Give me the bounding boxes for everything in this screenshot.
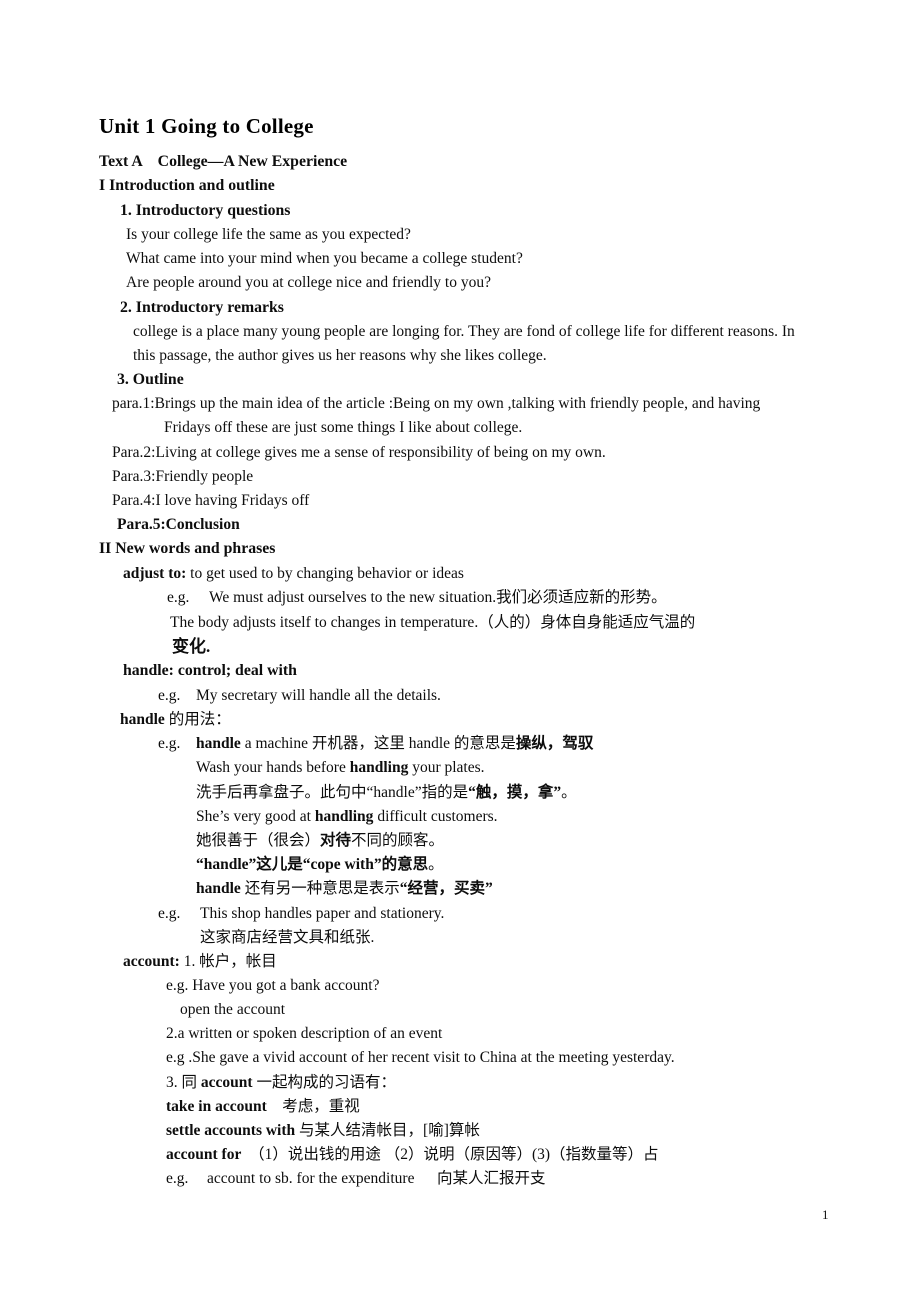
entry-account-term: account: [123,953,180,970]
handle-customers-cn-line: 她很善于（很会）对待不同的顾客。 [196,831,444,851]
handle-machine-bold-2: 操纵，驾驭 [515,735,594,752]
outline-para-1b: Fridays off these are just some things I… [164,419,523,436]
handle-wash-bold: handling [349,759,409,776]
idiom-settle-accounts-with: settle accounts with 与某人结清帐目，[喻]算帐 [166,1121,480,1141]
handle-customers-regular-2: difficult customers. [373,808,498,825]
handle-cope-bold: “handle”这儿是“cope with”的意思 [196,856,429,873]
entry-adjust-to-term: adjust to: [123,565,187,582]
adjust-eg-3-text: 变化. [172,637,211,656]
handle-eg-2-label: e.g. [158,735,181,752]
adjust-eg-2-text: The body adjusts itself to changes in te… [170,614,696,631]
entry-handle-usage-term: handle [120,711,165,728]
handle-wash-cn-bold: “触，摸，拿” [468,784,562,801]
heading-sub-1: 1. Introductory questions [120,202,291,219]
shop-eg-label: e.g. [158,905,181,922]
handle-eg-1-label: e.g. [158,687,181,704]
idiom-eg-text: account to sb. for the expenditure [207,1170,415,1187]
handle-machine-regular: a machine 开机器，这里 handle 的意思是 [240,735,516,752]
handle-wash-cn-regular-2: 。 [561,784,577,801]
question-3: Are people around you at college nice an… [126,274,491,291]
account-definition-2: 2.a written or spoken description of an … [166,1025,443,1042]
shop-eg-cn: 这家商店经营文具和纸张. [200,929,375,946]
entry-adjust-to-definition: to get used to by changing behavior or i… [186,565,464,582]
handle-cope-regular: 。 [428,856,444,873]
idiom-account-for-meaning: （1）说出钱的用途 （2）说明（原因等）(3)（指数量等）占 [241,1146,659,1163]
outline-para-4: Para.4:I love having Fridays off [112,492,310,509]
entry-account-definition-1: 1. 帐户，帐目 [179,953,277,970]
heading-text-a: Text A College—A New Experience [99,153,348,170]
idiom-settle-accounts-with-meaning: 与某人结清帐目，[喻]算帐 [295,1122,480,1139]
entry-handle: handle: control; deal with [123,662,297,679]
heading-sub-2: 2. Introductory remarks [120,299,284,316]
account-idiom-intro-regular-1: 3. 同 [166,1074,201,1091]
heading-section-2: II New words and phrases [99,540,276,557]
handle-trade-line: handle 还有另一种意思是表示“经营，买卖” [196,879,493,899]
idiom-settle-accounts-with-term: settle accounts with [166,1122,296,1139]
idiom-account-for: account for （1）说出钱的用途 （2）说明（原因等）(3)（指数量等… [166,1145,659,1165]
handle-wash-cn-regular-1: 洗手后再拿盘子。此句中“handle”指的是 [196,784,469,801]
handle-machine-bold-1: handle [196,735,241,752]
outline-para-5: Para.5:Conclusion [117,516,240,533]
handle-wash-line: Wash your hands before handling your pla… [196,758,485,778]
handle-customers-line: She’s very good at handling difficult cu… [196,807,498,827]
account-idiom-intro-bold: account [200,1074,253,1091]
handle-customers-regular-1: She’s very good at [196,808,315,825]
handle-customers-bold: handling [314,808,374,825]
page-number: 1 [822,1207,829,1222]
outline-para-2: Para.2:Living at college gives me a sens… [112,444,606,461]
handle-wash-regular-2: your plates. [408,759,485,776]
idiom-take-in-account-meaning: 考虑，重视 [266,1098,360,1115]
account-eg-2: e.g .She gave a vivid account of her rec… [166,1049,675,1066]
adjust-eg-1-label: e.g. [167,589,190,606]
handle-customers-cn-regular-2: 不同的顾客。 [351,832,445,849]
question-2: What came into your mind when you became… [126,250,523,267]
adjust-eg-1-text: We must adjust ourselves to the new situ… [209,589,667,606]
remarks-line-1: college is a place many young people are… [133,323,795,340]
entry-handle-usage: handle 的用法： [120,710,231,730]
entry-account: account: 1. 帐户，帐目 [123,952,277,972]
question-1: Is your college life the same as you exp… [126,226,411,243]
idiom-eg-cn: 向某人汇报开支 [437,1170,546,1187]
document-page: Unit 1 Going to College Text A College—A… [0,0,920,1302]
idiom-take-in-account-term: take in account [166,1098,267,1115]
idiom-eg-label: e.g. [166,1170,189,1187]
handle-trade-bold-2: “经营，买卖” [399,880,493,897]
account-open: open the account [180,1001,286,1018]
remarks-line-2: this passage, the author gives us her re… [133,347,547,364]
handle-wash-regular-1: Wash your hands before [196,759,350,776]
handle-customers-cn-bold: 对待 [320,832,352,849]
idiom-account-for-term: account for [166,1146,242,1163]
handle-wash-cn-line: 洗手后再拿盘子。此句中“handle”指的是“触，摸，拿”。 [196,783,577,803]
page-title: Unit 1 Going to College [99,114,314,138]
handle-trade-bold-1: handle [196,880,241,897]
account-idiom-intro: 3. 同 account 一起构成的习语有： [166,1073,396,1093]
account-idiom-intro-regular-2: 一起构成的习语有： [252,1074,396,1091]
idiom-take-in-account: take in account 考虑，重视 [166,1097,360,1117]
outline-para-1a: para.1:Brings up the main idea of the ar… [112,395,761,412]
handle-trade-regular: 还有另一种意思是表示 [240,880,400,897]
heading-section-1: I Introduction and outline [99,177,275,194]
entry-adjust-to: adjust to: to get used to by changing be… [123,564,464,584]
entry-handle-usage-label: 的用法： [164,711,231,728]
heading-sub-3: 3. Outline [117,371,184,388]
handle-eg-1-text: My secretary will handle all the details… [196,687,441,704]
shop-eg-text: This shop handles paper and stationery. [200,905,445,922]
handle-customers-cn-regular-1: 她很善于（很会） [196,832,321,849]
outline-para-3: Para.3:Friendly people [112,468,254,485]
handle-machine-line: handle a machine 开机器，这里 handle 的意思是操纵，驾驭 [196,734,593,754]
account-eg-1: e.g. Have you got a bank account? [166,977,380,994]
handle-cope-line: “handle”这儿是“cope with”的意思。 [196,855,444,875]
